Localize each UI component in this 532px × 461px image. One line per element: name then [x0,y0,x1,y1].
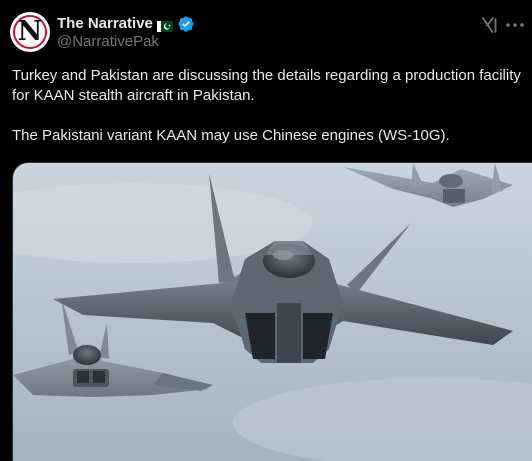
grok-icon[interactable] [478,14,500,36]
verified-badge-icon [177,15,195,33]
fighter-jets-photo [13,163,532,461]
pakistan-flag-icon [156,19,173,32]
post-text: Turkey and Pakistan are discussing the d… [12,66,522,146]
avatar-letter: N [17,16,43,47]
author-handle[interactable]: @NarrativePak [57,33,159,51]
post-media-image[interactable] [12,162,532,461]
author-display-name[interactable]: The Narrative [57,14,153,34]
more-options-icon[interactable] [504,14,526,36]
post-paragraph-1: Turkey and Pakistan are discussing the d… [12,67,521,104]
avatar[interactable]: N [10,12,50,52]
tweet-card: N The Narrative @NarrativePak Turkey and… [0,0,532,461]
author-name-row: The Narrative [57,14,195,34]
post-paragraph-2: The Pakistani variant KAAN may use Chine… [12,127,450,144]
